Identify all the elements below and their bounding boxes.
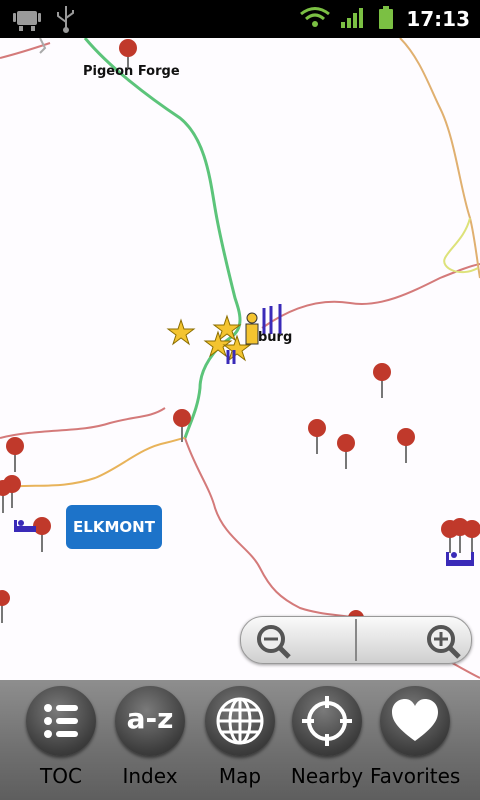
android-debug-icon — [13, 11, 41, 31]
pin — [33, 517, 51, 552]
map-label: Map — [218, 764, 262, 788]
zoom-controls — [240, 616, 472, 664]
favorites-button[interactable]: Favorites — [370, 686, 460, 796]
globe-icon — [205, 686, 275, 756]
zoom-out-icon — [257, 625, 291, 659]
wifi-icon — [300, 7, 330, 21]
toc-button[interactable]: TOC — [16, 686, 106, 796]
elkmont-button[interactable]: ELKMONT — [66, 505, 162, 549]
nearby-button[interactable]: Nearby — [282, 686, 372, 796]
pin — [397, 428, 415, 463]
road-yellow — [443, 217, 479, 274]
road-red-west — [0, 407, 166, 439]
zoom-in-button[interactable] — [357, 617, 471, 663]
pin — [463, 520, 480, 553]
battery-icon — [379, 6, 393, 29]
map-button[interactable]: Map — [195, 686, 285, 796]
signal-icon — [341, 8, 363, 28]
nearby-label: Nearby — [290, 764, 364, 788]
index-button[interactable]: a-z Index — [105, 686, 195, 796]
road-red-north — [399, 38, 480, 279]
status-bar: 17:13 — [0, 0, 480, 38]
road-orange-west — [0, 437, 186, 489]
favorite-stars — [166, 314, 252, 362]
map-view[interactable]: Pigeon Forge burg ELKMONT — [0, 38, 480, 680]
road-red-east — [261, 263, 480, 329]
a-z-icon: a-z — [115, 686, 185, 756]
pin — [0, 590, 10, 623]
bottom-toolbar: TOC a-z Index Map Nearby Favorites — [0, 680, 480, 800]
heart-icon — [380, 686, 450, 756]
usb-icon — [57, 6, 74, 33]
list-icon — [26, 686, 96, 756]
crosshair-icon — [292, 686, 362, 756]
road-green — [83, 38, 242, 439]
a-z-glyph: a-z — [126, 702, 174, 735]
place-label-pigeon-forge: Pigeon Forge — [83, 64, 180, 79]
zoom-out-button[interactable] — [241, 617, 355, 663]
pin — [0, 480, 11, 513]
zoom-in-icon — [427, 625, 461, 659]
place-label-gatlinburg: burg — [258, 330, 293, 345]
pin — [6, 437, 24, 472]
status-time: 17:13 — [406, 7, 470, 31]
pin — [373, 363, 391, 398]
toc-label: TOC — [40, 764, 82, 788]
person-icon — [245, 312, 259, 345]
status-icons-left — [13, 6, 74, 33]
index-label: Index — [122, 764, 178, 788]
star-icon — [166, 318, 196, 346]
pin — [308, 419, 326, 454]
pin — [337, 434, 355, 469]
favorites-label: Favorites — [370, 764, 461, 788]
map-canvas — [0, 38, 480, 679]
